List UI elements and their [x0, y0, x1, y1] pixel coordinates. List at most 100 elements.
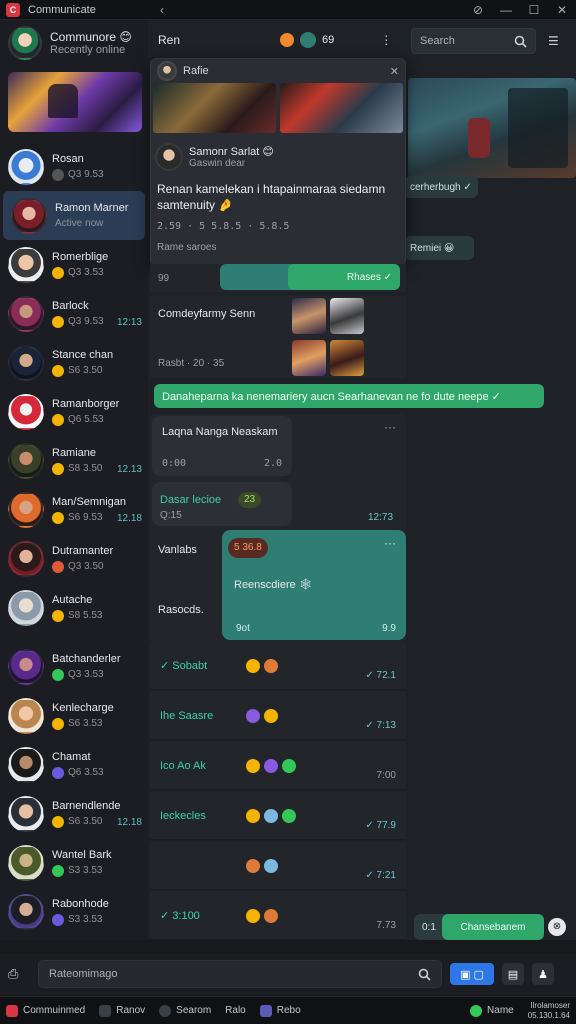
taskbar-item[interactable]: Ranov	[99, 1004, 145, 1017]
gallery-image[interactable]	[292, 298, 326, 334]
message-pill[interactable]: Chansebanem	[442, 914, 544, 940]
search-input[interactable]: Search	[420, 35, 514, 47]
contact-item[interactable]: Barnendlende S6 3.50 12.18	[0, 789, 148, 838]
contact-item[interactable]: Stance chan S6 3.50	[0, 338, 148, 387]
contact-item[interactable]: Kenlecharge S6 3.53	[0, 691, 148, 740]
contact-preview: S6 3.50	[68, 365, 103, 376]
minimize-button[interactable]: —	[492, 3, 520, 17]
contact-name: Man/Semnigan	[52, 495, 126, 508]
contact-name: Batchanderler	[52, 652, 121, 665]
back-button[interactable]: ‹	[148, 3, 176, 17]
contact-name: Romerblige	[52, 250, 109, 263]
contact-preview: Q3 9.53	[68, 169, 104, 180]
contact-name: Ramiane	[52, 446, 97, 459]
message-input[interactable]: Rateomimago	[38, 960, 442, 988]
message-row[interactable]: Ico Ao Ak 7:00	[150, 742, 406, 790]
search-icon[interactable]	[514, 35, 527, 48]
menu-icon[interactable]: ☰	[548, 34, 559, 48]
message-tag[interactable]: Remiei 😀	[404, 236, 474, 260]
popup-title: Rafie	[183, 65, 209, 77]
contact-name: Stance chan	[52, 348, 114, 361]
contact-preview: Q3 9.53	[68, 316, 104, 327]
message-row[interactable]: Ihe Saasre ✓ 7:13	[150, 692, 406, 740]
close-icon[interactable]: ✕	[390, 65, 399, 78]
gallery-image[interactable]	[292, 340, 326, 376]
message-row[interactable]: Ieckecles ✓ 77.9	[150, 792, 406, 840]
contact-item[interactable]: Autache S8 5.53	[0, 583, 148, 632]
search-icon[interactable]	[418, 968, 431, 981]
contact-item[interactable]: Chamat Q6 3.53	[0, 740, 148, 789]
contact-name: Dutramanter	[52, 544, 114, 557]
avatar[interactable]	[8, 26, 42, 60]
popup-stats: 2.59 · 5 5.8.5 · 5.8.5	[157, 221, 290, 232]
clipboard-icon[interactable]: ▤	[502, 963, 524, 985]
taskbar: Commuinmed Ranov Searom Ralo Rebo Name I…	[0, 996, 576, 1024]
message-row[interactable]: ✓ 7:21	[150, 842, 406, 890]
attach-icon[interactable]: ⎙	[8, 966, 28, 982]
maximize-button[interactable]: ☐	[520, 3, 548, 17]
send-button[interactable]: ▣ ▢	[450, 963, 494, 985]
announcement-banner[interactable]: Danaheparna ka nenemariery aucn Searhane…	[154, 384, 544, 408]
compass-icon[interactable]: ⊘	[464, 3, 492, 17]
contact-item[interactable]: Barlock Q3 9.53 12:13	[0, 289, 148, 338]
gallery-image[interactable]	[330, 298, 364, 334]
contact-time: 12.18	[116, 513, 142, 524]
gallery-message[interactable]: Comdeyfarmy Senn Rasbt · 20 · 35	[150, 296, 406, 378]
message-bubble[interactable]: Rhases ✓	[288, 264, 400, 290]
profile-name: Communore 😊	[50, 30, 132, 44]
search-box[interactable]: Search	[411, 28, 536, 54]
contact-item[interactable]: Romerblige Q3 3.53	[0, 240, 148, 289]
contact-name: Wantel Bark	[52, 848, 112, 861]
message-row[interactable]: ✓ 3:100 7.73	[150, 892, 406, 940]
contact-item[interactable]: Ramanborger Q6 5.53	[0, 387, 148, 436]
featured-thumbnail[interactable]	[8, 72, 142, 132]
contact-time: 12.18	[116, 817, 142, 828]
taskbar-item[interactable]: Commuinmed	[6, 1004, 85, 1017]
popup-images[interactable]	[151, 83, 405, 133]
contact-name: Chamat	[52, 750, 91, 763]
contact-item[interactable]: Man/Semnigan S6 9.53 12.18	[0, 485, 148, 534]
scroll-down-icon[interactable]: ⊗	[548, 918, 566, 936]
window-title: Communicate	[28, 3, 96, 16]
user-icon[interactable]: ♟	[532, 963, 554, 985]
status-indicator[interactable]: Name	[470, 1004, 514, 1017]
contact-item[interactable]: Rosan Q3 9.53	[0, 142, 148, 191]
contact-item[interactable]: Rabonhode S3 3.53	[0, 887, 148, 936]
message-tag[interactable]: cerherbugh ✓	[404, 176, 478, 198]
gallery-image[interactable]	[330, 340, 364, 376]
profile-header[interactable]: Communore 😊 Recently online	[0, 20, 148, 66]
contact-item[interactable]: Ramiane S8 3.50 12.13	[0, 436, 148, 485]
contact-name: Ramanborger	[52, 397, 120, 410]
contact-preview: S3 3.53	[68, 865, 103, 876]
message-card[interactable]: Laqna Nanga Neaskam 0:00 2.0	[152, 416, 292, 476]
card-menu-icon[interactable]: ···	[384, 420, 396, 434]
contact-item[interactable]: Wantel Bark S3 3.53	[0, 838, 148, 887]
popup-message: Renan kamelekan i htapainmaraa siedamn s…	[157, 182, 386, 212]
gallery-title: Comdeyfarmy Senn	[158, 308, 256, 320]
contact-name: Barnendlende	[52, 799, 121, 812]
close-button[interactable]: ✕	[548, 3, 576, 17]
message-row[interactable]: ✓ Sobabt ✓ 72.1	[150, 642, 406, 690]
contact-preview: S6 3.53	[68, 718, 103, 729]
emoji-icon	[280, 33, 295, 47]
contact-item[interactable]: Batchanderler Q3 3.53	[0, 642, 148, 691]
reaction-badge[interactable]: 23	[238, 492, 262, 508]
media-preview[interactable]	[408, 78, 576, 178]
card-menu-icon[interactable]: ···	[384, 536, 396, 550]
contact-item-active[interactable]: Ramon Marner Active now	[3, 191, 145, 240]
contact-time: 12:13	[116, 317, 142, 328]
contact-name: Rabonhode	[52, 897, 109, 910]
taskbar-item[interactable]: Searom	[159, 1004, 211, 1017]
popup-user-name: Samonr Sarlat 😊	[189, 146, 274, 158]
status-dot-icon	[300, 32, 317, 48]
more-menu-icon[interactable]: ⋮	[380, 33, 392, 47]
message-popup[interactable]: Rafie ✕ Samonr Sarlat 😊 Gaswin dear Rena…	[150, 58, 406, 266]
message-card[interactable]: Dasar lecioe 23 Q:15	[152, 482, 292, 526]
taskbar-item[interactable]: Rebo	[259, 1004, 301, 1017]
reaction-badge[interactable]: 5 36.8	[228, 538, 268, 558]
contact-preview: Q6 5.53	[68, 414, 104, 425]
contact-preview: S3 3.53	[68, 914, 103, 925]
contact-item[interactable]: Dutramanter Q3 3.50	[0, 534, 148, 583]
taskbar-item[interactable]: Ralo	[225, 1005, 246, 1016]
clock[interactable]: Ilrolamoser 05.130.1.64	[528, 1001, 570, 1021]
